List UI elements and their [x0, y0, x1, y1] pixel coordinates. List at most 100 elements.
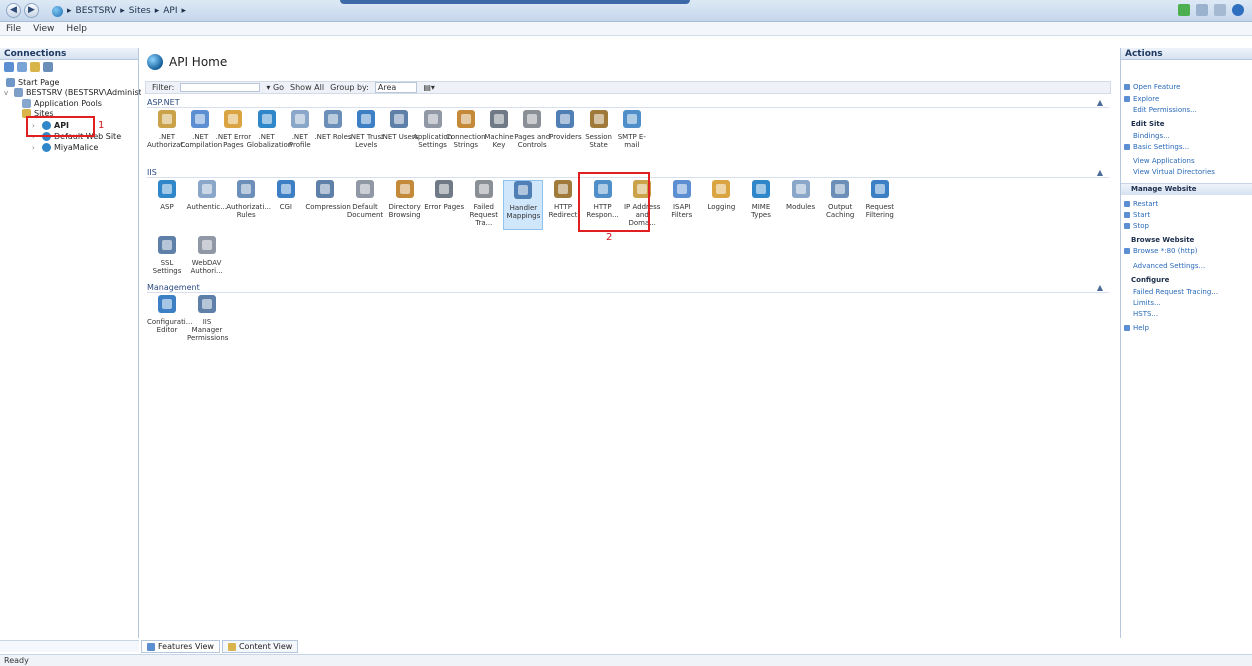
back-icon[interactable]: ◀	[6, 3, 21, 18]
expand-icon[interactable]: ›	[32, 144, 39, 152]
collapse-icon[interactable]: v	[4, 89, 11, 97]
action-limits[interactable]: Limits...	[1133, 299, 1161, 307]
feature-net-users-icon	[390, 110, 409, 128]
feature-isapi-filters[interactable]: ISAPI Filters	[662, 180, 702, 230]
save-icon[interactable]	[17, 62, 27, 72]
action-start[interactable]: Start	[1123, 211, 1150, 219]
feature-label: Configurati... Editor	[147, 318, 193, 334]
action-browse-http[interactable]: Browse *:80 (http)	[1124, 247, 1198, 255]
feature-label: Logging	[707, 203, 736, 211]
collapse-icon[interactable]: ▲	[1097, 168, 1103, 177]
feature-label: WebDAV Authori...	[190, 259, 223, 275]
feature-authentic[interactable]: Authentic...	[187, 180, 227, 230]
feature-compression[interactable]: Compression	[305, 180, 351, 230]
feature-pages-and-controls-icon	[523, 110, 542, 128]
section-aspnet: ASP.NET ▲ .NET Authorizat... .NET Compilat…	[147, 98, 1109, 149]
feature-default-document[interactable]: Default Document	[345, 180, 385, 230]
feature-logging[interactable]: Logging	[701, 180, 741, 230]
feature-authorizati-rules[interactable]: Authorizati... Rules	[226, 180, 271, 230]
feature-smtp-e-mail[interactable]: SMTP E-mail	[612, 110, 652, 160]
stop-icon[interactable]	[1196, 4, 1208, 16]
feature-label: Directory Browsing	[388, 203, 421, 219]
breadcrumb: ▸ BESTSRV ▸ Sites ▸ API ▸	[52, 4, 186, 18]
show-all-button[interactable]: Show All	[290, 83, 324, 92]
action-bindings[interactable]: Bindings...	[1133, 132, 1170, 140]
feature-request-filtering[interactable]: Request Filtering	[860, 180, 900, 230]
feature-http-redirect[interactable]: HTTP Redirect	[543, 180, 583, 230]
section-title: ASP.NET	[147, 98, 180, 107]
breadcrumb-server[interactable]: BESTSRV	[76, 6, 117, 16]
connect-icon[interactable]	[4, 62, 14, 72]
feature-ssl-settings[interactable]: SSL Settings	[147, 236, 187, 286]
tree-item-start-page[interactable]: Start Page	[6, 78, 59, 87]
breadcrumb-sites[interactable]: Sites	[129, 6, 151, 16]
action-basic-settings[interactable]: Basic Settings...	[1123, 143, 1189, 151]
feature-connection-strings-icon	[456, 110, 475, 128]
feature-webdav-authori[interactable]: WebDAV Authori...	[187, 236, 227, 286]
tab-content-view[interactable]: Content View	[221, 640, 299, 653]
feature-failed-request-tra[interactable]: Failed Request Tra...	[464, 180, 504, 230]
group-by-label: Group by:	[330, 83, 369, 92]
feature-output-caching[interactable]: Output Caching	[820, 180, 860, 230]
feature-directory-browsing-icon	[395, 180, 414, 198]
action-help[interactable]: Help	[1124, 324, 1149, 332]
view-tabs: Features View Content View	[141, 640, 299, 653]
folder-icon[interactable]	[30, 62, 40, 72]
features-icon	[147, 642, 155, 651]
feature-cgi[interactable]: CGI	[266, 180, 306, 230]
action-stop[interactable]: Stop	[1124, 222, 1149, 230]
menu-bar: File View Help	[0, 22, 1252, 36]
feature-error-pages[interactable]: Error Pages	[424, 180, 464, 230]
forward-icon[interactable]: ▶	[24, 3, 39, 18]
action-heading-manage-website[interactable]: Manage Website	[1131, 185, 1196, 193]
tree-item-miyamalice[interactable]: › MiyaMalice	[32, 143, 98, 152]
action-explore[interactable]: Explore	[1123, 95, 1159, 103]
page-header: API Home	[141, 48, 1118, 76]
tab-features-view[interactable]: Features View	[141, 640, 220, 653]
menu-file[interactable]: File	[6, 24, 21, 34]
feature-webdav-authori-icon	[197, 236, 216, 254]
collapse-icon[interactable]: ▲	[1097, 283, 1103, 292]
feature-label: ASP	[160, 203, 174, 211]
connections-scrollbar[interactable]	[0, 640, 139, 652]
home-icon[interactable]	[1214, 4, 1226, 16]
feature-label: Default Document	[346, 203, 384, 219]
feature-label: Handler Mappings	[506, 204, 541, 220]
help-icon[interactable]	[1232, 4, 1244, 16]
refresh-icon[interactable]	[43, 62, 53, 72]
section-title: Management	[147, 283, 200, 292]
breadcrumb-api[interactable]: API	[163, 6, 177, 16]
filter-input[interactable]	[180, 83, 261, 92]
tree-item-server[interactable]: v BESTSRV (BESTSRV\Administr	[4, 88, 145, 97]
feature-directory-browsing[interactable]: Directory Browsing	[385, 180, 425, 230]
collapse-icon[interactable]: ▲	[1097, 98, 1103, 107]
action-edit-permissions[interactable]: Edit Permissions...	[1133, 106, 1197, 114]
menu-view[interactable]: View	[33, 24, 54, 34]
feature-modules[interactable]: Modules	[781, 180, 821, 230]
action-hsts[interactable]: HSTS...	[1133, 310, 1158, 318]
feature-iis-manager-permissions[interactable]: IIS Manager Permissions	[187, 295, 228, 345]
feature-asp[interactable]: ASP	[147, 180, 187, 230]
network-icon[interactable]	[1178, 4, 1190, 16]
action-view-virtual-directories[interactable]: View Virtual Directories	[1133, 168, 1215, 176]
action-view-applications[interactable]: View Applications	[1133, 157, 1195, 165]
group-by-select[interactable]: Area	[374, 82, 418, 93]
go-button[interactable]: ▾ Go	[266, 83, 284, 92]
view-mode-button[interactable]: ▤▾	[423, 83, 435, 92]
content-icon	[227, 642, 236, 651]
feature-output-caching-icon	[831, 180, 850, 198]
feature-label: Compression	[305, 203, 351, 211]
feature-label: Request Filtering	[865, 203, 895, 219]
action-open-feature[interactable]: Open Feature	[1123, 83, 1180, 91]
feature-handler-mappings-icon	[514, 181, 533, 199]
menu-help[interactable]: Help	[66, 24, 87, 34]
action-failed-request-tracing[interactable]: Failed Request Tracing...	[1133, 288, 1218, 296]
feature-configurati-editor[interactable]: Configurati... Editor	[147, 295, 193, 345]
tree-item-application-pools[interactable]: Application Pools	[22, 99, 102, 108]
feature-handler-mappings[interactable]: Handler Mappings	[503, 180, 544, 230]
feature-net-authorizat-icon	[158, 110, 176, 128]
action-restart[interactable]: Restart	[1123, 200, 1158, 208]
feature-label: Modules	[786, 203, 816, 211]
action-advanced-settings[interactable]: Advanced Settings...	[1133, 262, 1205, 270]
feature-mime-types[interactable]: MIME Types	[741, 180, 781, 230]
